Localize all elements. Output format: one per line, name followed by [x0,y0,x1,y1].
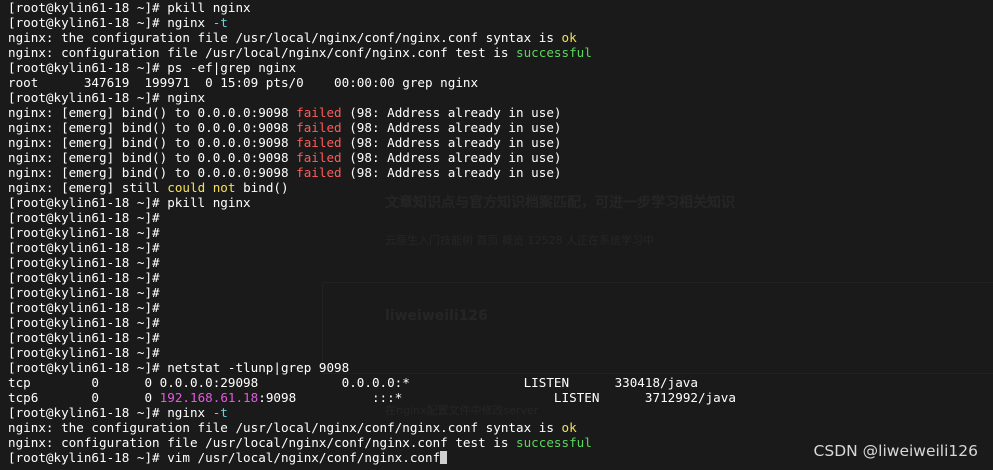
highlighted-text: ok [561,30,577,45]
terminal-text: nginx: [emerg] bind() to 0.0.0.0:9098 [8,165,297,180]
terminal-text: [root@kylin61-18 ~]# pkill nginx [8,195,251,210]
terminal-text: [root@kylin61-18 ~]# [8,255,160,270]
terminal-text: [root@kylin61-18 ~]# [8,285,160,300]
terminal-line: tcp 0 0 0.0.0.0:29098 0.0.0.0:* LISTEN 3… [8,375,993,390]
terminal-line: nginx: the configuration file /usr/local… [8,420,993,435]
terminal-text: nginx: [emerg] bind() to 0.0.0.0:9098 [8,120,297,135]
terminal-text: nginx: [emerg] still [8,180,168,195]
highlighted-text: could not [167,180,236,195]
highlighted-text: failed [296,150,342,165]
terminal-text: nginx: the configuration file /usr/local… [8,30,562,45]
terminal-text: tcp 0 0 0.0.0.0:29098 0.0.0.0:* LISTEN 3… [8,375,698,390]
terminal-line: nginx: [emerg] bind() to 0.0.0.0:9098 fa… [8,165,993,180]
highlighted-text: -t [212,15,228,30]
csdn-watermark: CSDN @liweiweili126 [813,442,978,460]
terminal-line: [root@kylin61-18 ~]# [8,240,993,255]
highlighted-text: 192.168.61.18 [159,390,259,405]
terminal-text: (98: Address already in use) [341,165,562,180]
terminal-text: nginx: configuration file /usr/local/ngi… [8,45,516,60]
terminal-line: [root@kylin61-18 ~]# [8,270,993,285]
terminal-text: [root@kylin61-18 ~]# netstat -tlunp|grep… [8,360,350,375]
terminal-line: [root@kylin61-18 ~]# [8,210,993,225]
highlighted-text: successful [516,45,592,60]
terminal-text: [root@kylin61-18 ~]# [8,345,160,360]
terminal-text: nginx: [emerg] bind() to 0.0.0.0:9098 [8,105,297,120]
terminal-text: (98: Address already in use) [341,120,562,135]
terminal-output[interactable]: [root@kylin61-18 ~]# pkill nginx [root@ky… [0,0,993,470]
terminal-text: [root@kylin61-18 ~]# [8,315,160,330]
terminal-line: [root@kylin61-18 ~]# ps -ef|grep nginx [8,60,993,75]
terminal-text: [root@kylin61-18 ~]# [8,270,160,285]
terminal-text: [root@kylin61-18 ~]# nginx [8,15,213,30]
highlighted-text: failed [296,165,342,180]
terminal-line: nginx: [emerg] bind() to 0.0.0.0:9098 fa… [8,120,993,135]
highlighted-text: failed [296,105,342,120]
terminal-text: (98: Address already in use) [341,150,562,165]
terminal-text: [root@kylin61-18 ~]# nginx [8,90,206,105]
terminal-text: (98: Address already in use) [341,105,562,120]
highlighted-text: failed [296,135,342,150]
terminal-line: [root@kylin61-18 ~]# nginx -t [8,15,993,30]
terminal-text: [root@kylin61-18 ~]# [8,300,160,315]
highlighted-text: ok [561,420,577,435]
terminal-line: nginx: [emerg] bind() to 0.0.0.0:9098 fa… [8,150,993,165]
terminal-line: [root@kylin61-18 ~]# pkill nginx [8,0,993,15]
terminal-line: [root@kylin61-18 ~]# [8,255,993,270]
terminal-line: [root@kylin61-18 ~]# nginx [8,90,993,105]
terminal-text: tcp6 0 0 [8,390,160,405]
terminal-line: [root@kylin61-18 ~]# [8,300,993,315]
terminal-line: nginx: [emerg] bind() to 0.0.0.0:9098 fa… [8,135,993,150]
terminal-line: [root@kylin61-18 ~]# netstat -tlunp|grep… [8,360,993,375]
terminal-text: (98: Address already in use) [341,135,562,150]
terminal-line: [root@kylin61-18 ~]# nginx -t [8,405,993,420]
terminal-line: nginx: [emerg] still could not bind() [8,180,993,195]
terminal-text: nginx: [emerg] bind() to 0.0.0.0:9098 [8,135,297,150]
terminal-text: [root@kylin61-18 ~]# [8,330,160,345]
terminal-text: nginx: [emerg] bind() to 0.0.0.0:9098 [8,150,297,165]
terminal-line: [root@kylin61-18 ~]# [8,315,993,330]
highlighted-text: successful [516,435,592,450]
terminal-text: [root@kylin61-18 ~]# [8,240,160,255]
terminal-text: nginx: configuration file /usr/local/ngi… [8,435,516,450]
terminal-line: nginx: the configuration file /usr/local… [8,30,993,45]
terminal-line: nginx: configuration file /usr/local/ngi… [8,45,993,60]
terminal-text: :9098 :::* LISTEN 3712992/java [258,390,736,405]
terminal-line: [root@kylin61-18 ~]# [8,345,993,360]
terminal-text: [root@kylin61-18 ~]# ps -ef|grep nginx [8,60,297,75]
terminal-cursor [440,451,448,464]
terminal-line: [root@kylin61-18 ~]# [8,330,993,345]
highlighted-text: -t [212,405,228,420]
terminal-line: nginx: [emerg] bind() to 0.0.0.0:9098 fa… [8,105,993,120]
terminal-text: [root@kylin61-18 ~]# nginx [8,405,213,420]
terminal-text: [root@kylin61-18 ~]# [8,225,160,240]
terminal-line: [root@kylin61-18 ~]# [8,225,993,240]
terminal-text: bind() [235,180,289,195]
highlighted-text: failed [296,120,342,135]
terminal-text: nginx: the configuration file /usr/local… [8,420,562,435]
terminal-line: [root@kylin61-18 ~]# pkill nginx [8,195,993,210]
terminal-text: [root@kylin61-18 ~]# pkill nginx [8,0,251,15]
terminal-line: tcp6 0 0 192.168.61.18:9098 :::* LISTEN … [8,390,993,405]
terminal-line: root 347619 199971 0 15:09 pts/0 00:00:0… [8,75,993,90]
terminal-line: [root@kylin61-18 ~]# [8,285,993,300]
terminal-text: [root@kylin61-18 ~]# vim /usr/local/ngin… [8,450,441,465]
terminal-text: root 347619 199971 0 15:09 pts/0 00:00:0… [8,75,479,90]
terminal-text: [root@kylin61-18 ~]# [8,210,160,225]
